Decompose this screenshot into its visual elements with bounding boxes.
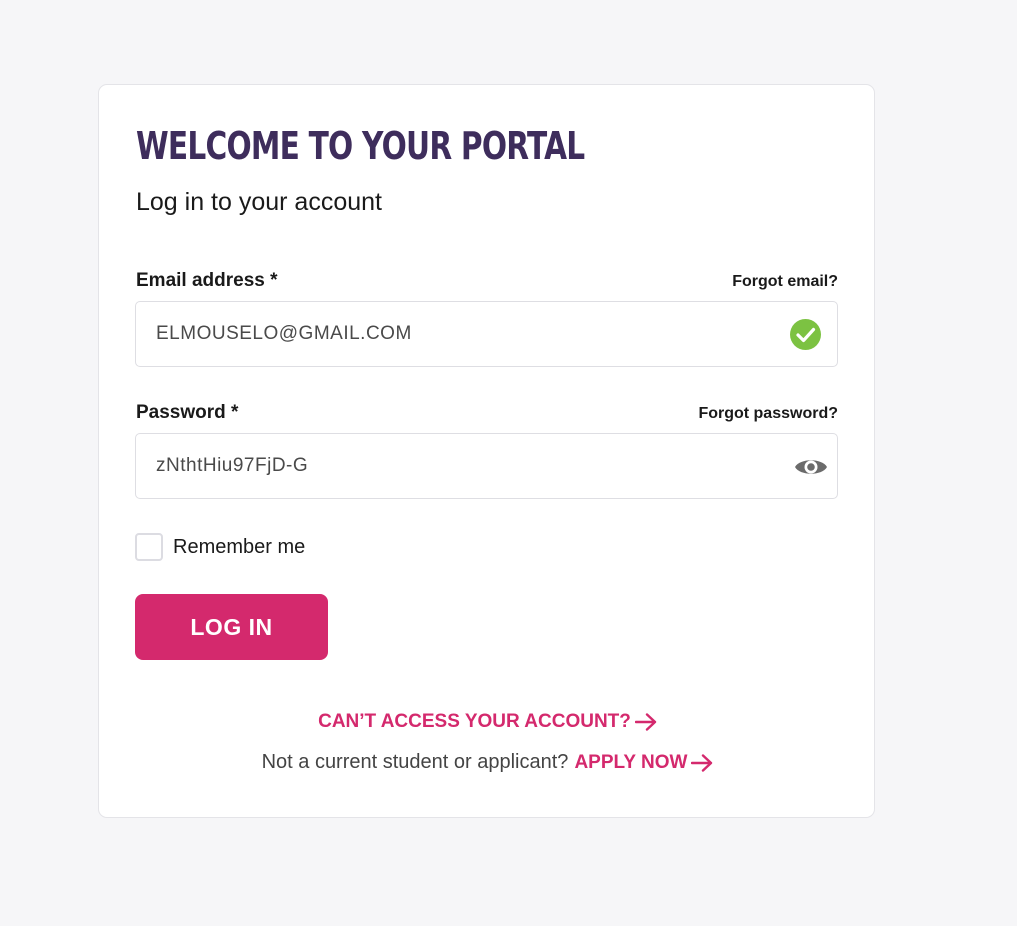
apply-row: Not a current student or applicant? APPL… [99,751,876,774]
password-field-wrapper [135,433,838,499]
remember-me-label: Remember me [173,535,306,558]
arrow-right-icon [691,753,713,772]
not-student-text: Not a current student or applicant? [261,751,569,773]
login-card: WELCOME TO YOUR PORTAL Log in to your ac… [98,84,875,818]
remember-me-row[interactable]: Remember me [135,533,305,561]
page-subtitle: Log in to your account [136,188,382,216]
apply-now-label: APPLY NOW [574,751,688,773]
forgot-email-link[interactable]: Forgot email? [732,273,838,291]
cant-access-link[interactable]: CAN’T ACCESS YOUR ACCOUNT? [318,711,657,733]
cant-access-label: CAN’T ACCESS YOUR ACCOUNT? [318,711,631,732]
arrow-right-icon [634,713,657,731]
forgot-password-link[interactable]: Forgot password? [698,405,838,423]
login-button[interactable]: LOG IN [135,594,328,660]
remember-me-checkbox[interactable] [135,533,163,561]
eye-icon[interactable] [793,453,829,481]
check-circle-icon [790,319,821,350]
page-title: WELCOME TO YOUR PORTAL [136,124,585,168]
password-field[interactable] [156,434,776,498]
password-label: Password * [136,402,239,423]
apply-now-link[interactable]: APPLY NOW [574,752,713,774]
cant-access-row: CAN’T ACCESS YOUR ACCOUNT? [99,711,876,733]
email-field[interactable] [156,302,776,366]
email-field-wrapper [135,301,838,367]
email-label: Email address * [136,270,278,291]
